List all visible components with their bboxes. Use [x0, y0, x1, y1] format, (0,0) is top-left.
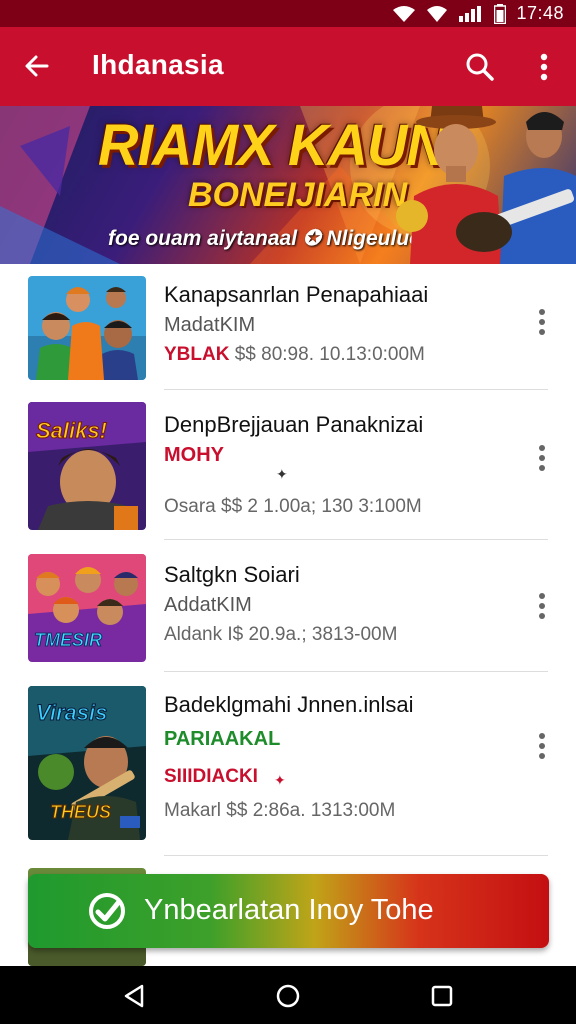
item-subtitle: MadatKIM [164, 314, 256, 336]
item-meta: Makarl $$ 2:86a. 1313:00M [164, 800, 396, 821]
list-item[interactable]: Kanapsanrlan Penapahiaai MadatKIM YBLAK … [0, 264, 576, 390]
sparkle-icon: ✦ [276, 466, 288, 482]
sparkle-icon: ✦ [274, 772, 286, 788]
system-nav-bar [0, 966, 576, 1024]
nav-home-button[interactable] [272, 980, 304, 1012]
item-meta: Osara $$ 2 1.00a; 130 3:100M [164, 496, 422, 517]
check-circle-icon [89, 893, 125, 929]
nav-recents-icon [431, 985, 453, 1007]
game-thumbnail: Virasis THEUS [28, 686, 146, 840]
item-menu-button[interactable] [528, 302, 556, 342]
item-tag: YBLAK [164, 344, 230, 365]
page-title: Ihdanasia [92, 49, 224, 80]
item-meta-text: $$ 80:98. 10.13:0:00M [229, 344, 425, 365]
item-tag: MOHY [164, 444, 224, 466]
signal-bars-icon [458, 5, 484, 23]
game-thumbnail: TMESIR [28, 554, 146, 662]
cta-label: Ynbearlatan Inoy Tohe [144, 894, 434, 926]
item-title: DenpBrejjauan Panaknizai [164, 412, 424, 437]
item-title: Kanapsanrlan Penapahiaai [164, 282, 429, 307]
item-tag-green: PARIAAKAL [164, 728, 281, 750]
item-subtitle: AddatKIM [164, 594, 252, 616]
signal-icon [426, 5, 448, 23]
more-vertical-icon [539, 309, 545, 335]
status-bar: 17:48 [0, 0, 576, 27]
item-menu-button[interactable] [528, 726, 556, 766]
nav-recents-button[interactable] [426, 980, 458, 1012]
list-item[interactable]: Saliks! DenpBrejjauan Panaknizai MOHY ✦ … [0, 390, 576, 540]
item-menu-button[interactable] [528, 586, 556, 626]
more-vertical-icon [539, 593, 545, 619]
wifi-icon [392, 5, 416, 23]
search-icon [466, 53, 494, 81]
item-title: Saltgkn Soiari [164, 562, 300, 587]
item-title-text: Badeklgmahi Jnnen.inlsai [164, 692, 414, 717]
nav-home-icon [276, 984, 300, 1008]
item-meta: YBLAK $$ 80:98. 10.13:0:00M [164, 344, 425, 366]
back-button[interactable] [18, 47, 56, 85]
item-meta: Aldank I$ 20.9a.; 3813-00M [164, 624, 398, 645]
install-cta-button[interactable]: Ynbearlatan Inoy Tohe [28, 874, 549, 948]
svg-text:Virasis: Virasis [36, 700, 107, 725]
banner-subtitle: BONEIJIARIN [188, 176, 408, 214]
svg-text:Saliks!: Saliks! [36, 418, 107, 443]
battery-icon [494, 3, 507, 24]
game-thumbnail: Saliks! [28, 402, 146, 530]
search-button[interactable] [460, 47, 500, 87]
promo-banner[interactable]: RIAMX KAUN BONEIJIARIN foe ouam aiytanaa… [0, 106, 576, 264]
item-tag: SIIIDIACKI [164, 766, 258, 787]
arrow-left-icon [25, 55, 49, 77]
overflow-menu-button[interactable] [526, 47, 562, 87]
list-item[interactable]: TMESIR Saltgkn Soiari AddatKIM Aldank I$… [0, 540, 576, 672]
status-time: 17:48 [516, 3, 564, 23]
svg-text:TMESIR: TMESIR [34, 630, 102, 650]
svg-text:THEUS: THEUS [50, 802, 111, 822]
item-menu-button[interactable] [528, 438, 556, 478]
list-item[interactable]: Virasis THEUS Badeklgmahi Jnnen.inlsai P… [0, 672, 576, 856]
more-vertical-icon [540, 53, 548, 81]
nav-back-button[interactable] [118, 980, 150, 1012]
screen: 17:48 Ihdanasia RIAMX KAUN BONEIJIARIN f… [0, 0, 576, 1024]
app-bar: Ihdanasia [0, 27, 576, 106]
more-vertical-icon [539, 445, 545, 471]
nav-back-icon [124, 984, 144, 1008]
banner-characters-illustration [396, 106, 576, 264]
game-thumbnail [28, 276, 146, 380]
more-vertical-icon [539, 733, 545, 759]
